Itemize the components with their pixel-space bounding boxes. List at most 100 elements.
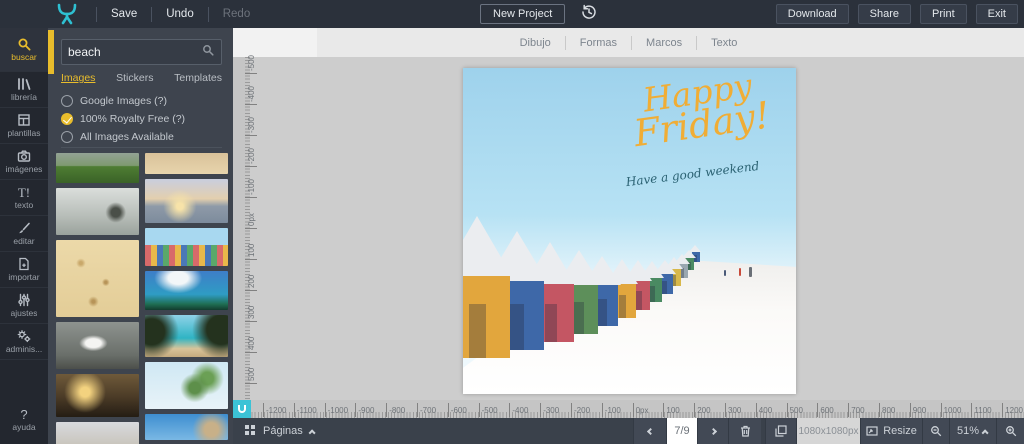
sidebar-item-label: librería (11, 92, 37, 102)
ruler-units-toggle[interactable] (233, 400, 251, 418)
panel-divider (61, 147, 222, 148)
sidebar-item-editar[interactable]: editar (0, 216, 48, 252)
image-result-palm-beach-shore[interactable] (145, 315, 228, 357)
sidebar-item-texto[interactable]: T! texto (0, 180, 48, 216)
image-result-white-egret-bird[interactable] (56, 322, 139, 369)
image-result-sky-through-branches[interactable] (145, 414, 228, 440)
radio-icon (61, 95, 73, 107)
trash-icon (740, 425, 751, 437)
search-input[interactable] (62, 45, 202, 59)
resize-icon (866, 426, 878, 436)
ruler-tick-label: -1200 (263, 403, 286, 417)
zoom-level-value: 51% (957, 425, 979, 437)
image-result-blue-ocean-bay[interactable] (145, 271, 228, 310)
sidebar-item-label: buscar (11, 52, 37, 62)
image-result-crowded-sandy-beach[interactable] (56, 240, 139, 317)
design-artboard[interactable]: Happy Friday! Have a good weekend (463, 68, 796, 394)
ruler-tick-label: -800 (386, 403, 405, 417)
sidebar-item-buscar[interactable]: buscar (0, 28, 48, 72)
sidebar-item-label: editar (13, 236, 34, 246)
pages-grid-icon (245, 422, 255, 440)
radio-icon (61, 131, 73, 143)
sidebar-item-ayuda[interactable]: ? ayuda (0, 402, 48, 438)
camera-icon (17, 149, 31, 163)
search-icon[interactable] (202, 43, 214, 61)
text-tool-icon: T! (18, 186, 30, 199)
new-project-button[interactable]: New Project (480, 4, 565, 24)
tab-formas[interactable]: Formas (566, 37, 631, 49)
ruler-tick-label: -100 (245, 179, 257, 198)
search-panel: Images Stickers Templates Google Images … (48, 28, 233, 444)
toolbar-divider (96, 7, 97, 22)
next-page-button[interactable] (697, 418, 728, 444)
pages-toggle[interactable]: Páginas (245, 422, 316, 440)
zoom-out-button[interactable] (922, 418, 949, 444)
active-section-indicator (48, 30, 54, 74)
ruler-tick-label: -600 (448, 403, 467, 417)
duplicate-icon (775, 425, 787, 437)
tab-texto[interactable]: Texto (697, 37, 751, 49)
image-result-colorful-beach-huts[interactable] (145, 228, 228, 266)
ruler-tick-label: -400 (509, 403, 528, 417)
help-icon: ? (20, 408, 27, 421)
chevron-up-icon (308, 429, 315, 436)
filter-all-images[interactable]: All Images Available (61, 128, 229, 146)
download-button[interactable]: Download (776, 4, 849, 24)
sidebar-item-libreria[interactable]: librería (0, 72, 48, 108)
history-icon[interactable] (581, 4, 597, 25)
sidebar-item-plantillas[interactable]: plantillas (0, 108, 48, 144)
resize-button[interactable]: Resize (860, 418, 922, 444)
undo-button[interactable]: Undo (166, 8, 194, 20)
chevron-right-icon (709, 427, 716, 434)
image-result-misty-shore[interactable] (56, 422, 139, 444)
ruler-tick-label: -300 (245, 117, 257, 136)
save-button[interactable]: Save (111, 8, 137, 20)
brand-logo-icon[interactable] (52, 3, 82, 25)
toolbar-divider (151, 7, 152, 22)
filter-google-images[interactable]: Google Images (?) (61, 92, 229, 110)
zoom-level-selector[interactable]: 51% (949, 418, 996, 444)
left-sidebar-nav: buscar librería plantillas imágenes T! t… (0, 28, 48, 444)
radio-icon (61, 113, 73, 125)
ruler-tick-label: 1200 (1002, 403, 1023, 417)
sidebar-item-imagenes[interactable]: imágenes (0, 144, 48, 180)
sidebar-item-importar[interactable]: importar (0, 252, 48, 288)
tab-stickers[interactable]: Stickers (116, 72, 153, 86)
image-result-foggy-cliff-tree[interactable] (56, 188, 139, 235)
sidebar-item-label: adminis... (6, 344, 42, 354)
toolbar-divider (208, 7, 209, 22)
image-result-palm-trees-sky[interactable] (145, 362, 228, 409)
redo-button[interactable]: Redo (223, 8, 251, 20)
print-button[interactable]: Print (920, 4, 967, 24)
ruler-tick-label: 400 (245, 337, 257, 353)
zoom-in-button[interactable] (996, 418, 1024, 444)
sidebar-item-adminis[interactable]: adminis... (0, 324, 48, 360)
filter-royalty-free[interactable]: 100% Royalty Free (?) (61, 110, 229, 128)
tab-images[interactable]: Images (61, 72, 95, 86)
tab-templates[interactable]: Templates (174, 72, 222, 86)
bottom-bar-controls: 7/9 1080x1080px Resize 51% (633, 418, 1024, 444)
tab-dibujo[interactable]: Dibujo (506, 37, 565, 49)
duplicate-page-button[interactable] (765, 418, 796, 444)
delete-page-button[interactable] (728, 418, 761, 444)
ruler-tick-label: 200 (245, 275, 257, 291)
image-source-filters: Google Images (?) 100% Royalty Free (?) … (61, 92, 229, 146)
gears-icon (17, 329, 31, 343)
hut-door (510, 304, 524, 350)
sidebar-item-ajustes[interactable]: ajustes (0, 288, 48, 324)
exit-button[interactable]: Exit (976, 4, 1018, 24)
design-person-figure (749, 267, 752, 277)
ruler-tick-label: 200 (694, 403, 710, 417)
tab-marcos[interactable]: Marcos (632, 37, 696, 49)
share-button[interactable]: Share (858, 4, 911, 24)
image-result-sunset-over-sea[interactable] (145, 179, 228, 223)
thumb-column (145, 153, 228, 444)
previous-page-button[interactable] (633, 418, 666, 444)
ruler-tick-label: 600 (817, 403, 833, 417)
resize-label: Resize (883, 425, 917, 437)
image-result-feet-on-sand[interactable] (145, 153, 228, 174)
image-result-dark-sunset-beach[interactable] (56, 374, 139, 417)
ruler-tick-label: -500 (245, 55, 257, 74)
design-editor-app: Save Undo Redo New Project Download Shar… (0, 0, 1024, 444)
image-result-paraglider-green-field[interactable] (56, 153, 139, 183)
